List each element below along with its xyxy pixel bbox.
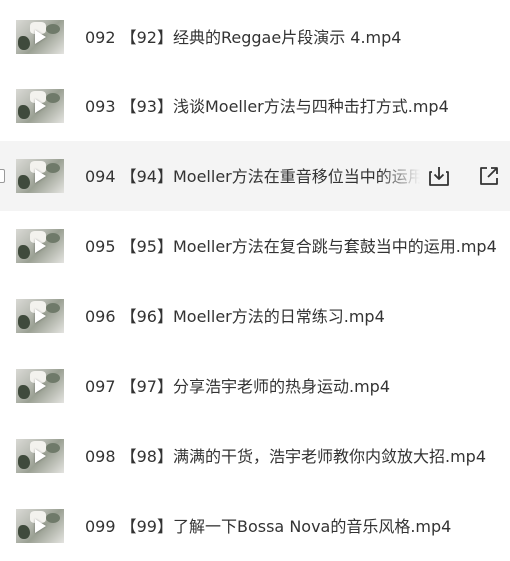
file-name[interactable]: 095 【95】Moeller方法在复合跳与套鼓当中的运用.mp4 bbox=[85, 235, 497, 259]
file-row[interactable]: 093 【93】浅谈Moeller方法与四种击打方式.mp4 bbox=[0, 71, 510, 141]
video-thumbnail[interactable] bbox=[16, 159, 64, 193]
play-icon bbox=[35, 30, 46, 44]
play-icon bbox=[35, 519, 46, 533]
file-name[interactable]: 097 【97】分享浩宇老师的热身运动.mp4 bbox=[85, 375, 390, 399]
video-thumbnail[interactable] bbox=[16, 509, 64, 543]
file-name[interactable]: 092 【92】经典的Reggae片段演示 4.mp4 bbox=[85, 26, 401, 50]
video-thumbnail[interactable] bbox=[16, 229, 64, 263]
file-name[interactable]: 096 【96】Moeller方法的日常练习.mp4 bbox=[85, 305, 385, 329]
file-name[interactable]: 099 【99】了解一下Bossa Nova的音乐风格.mp4 bbox=[85, 515, 451, 539]
file-row[interactable]: 097 【97】分享浩宇老师的热身运动.mp4 bbox=[0, 351, 510, 421]
file-row-hovered[interactable]: 094 【94】Moeller方法在重音移位当中的运用.mp4 bbox=[0, 141, 510, 211]
file-name[interactable]: 098 【98】满满的干货，浩宇老师教你内敛放大招.mp4 bbox=[85, 445, 486, 469]
file-name[interactable]: 094 【94】Moeller方法在重音移位当中的运用.mp4 bbox=[85, 165, 420, 189]
file-row[interactable]: 092 【92】经典的Reggae片段演示 4.mp4 bbox=[0, 2, 510, 72]
file-row[interactable]: 098 【98】满满的干货，浩宇老师教你内敛放大招.mp4 bbox=[0, 421, 510, 491]
play-icon bbox=[35, 309, 46, 323]
play-icon bbox=[35, 99, 46, 113]
share-icon[interactable] bbox=[476, 163, 502, 189]
download-icon[interactable] bbox=[426, 163, 452, 189]
play-icon bbox=[35, 449, 46, 463]
file-row[interactable]: 095 【95】Moeller方法在复合跳与套鼓当中的运用.mp4 bbox=[0, 211, 510, 281]
row-checkbox[interactable] bbox=[0, 169, 5, 183]
video-thumbnail[interactable] bbox=[16, 369, 64, 403]
file-row[interactable]: 099 【99】了解一下Bossa Nova的音乐风格.mp4 bbox=[0, 491, 510, 561]
video-thumbnail[interactable] bbox=[16, 89, 64, 123]
video-thumbnail[interactable] bbox=[16, 299, 64, 333]
file-row[interactable]: 096 【96】Moeller方法的日常练习.mp4 bbox=[0, 281, 510, 351]
play-icon bbox=[35, 169, 46, 183]
video-thumbnail[interactable] bbox=[16, 20, 64, 54]
video-thumbnail[interactable] bbox=[16, 439, 64, 473]
file-name[interactable]: 093 【93】浅谈Moeller方法与四种击打方式.mp4 bbox=[85, 95, 449, 119]
file-list: 092 【92】经典的Reggae片段演示 4.mp4 093 【93】浅谈Mo… bbox=[0, 0, 510, 557]
play-icon bbox=[35, 379, 46, 393]
play-icon bbox=[35, 239, 46, 253]
